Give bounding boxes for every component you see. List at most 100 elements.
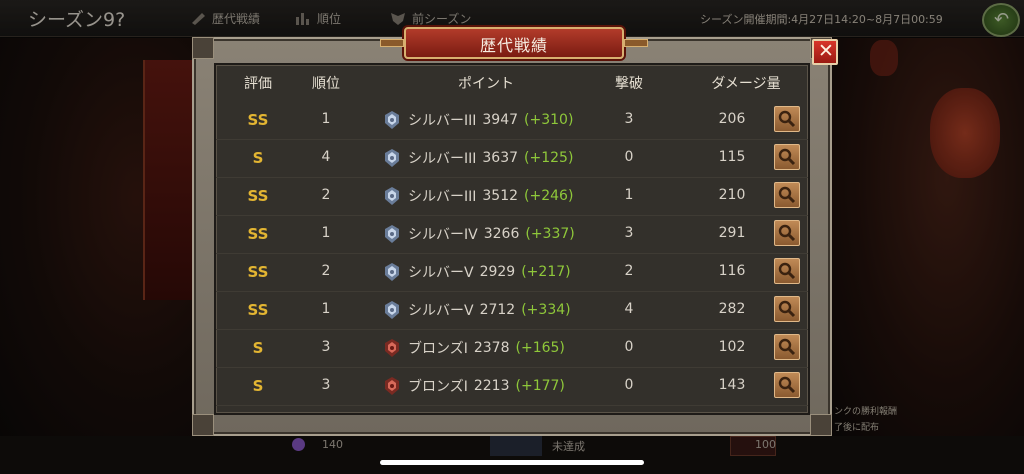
points-gain: (+125) [524, 150, 574, 166]
col-rank: 順位 [312, 76, 340, 92]
kills: 1 [624, 187, 634, 203]
magnifier-icon [778, 224, 796, 242]
table-header: 評価 順位 ポイント 撃破 ダメージ量 [216, 65, 808, 101]
kills: 0 [624, 339, 634, 355]
kills: 3 [624, 111, 634, 127]
home-indicator[interactable] [380, 460, 644, 465]
tier-label: シルバーIII [408, 113, 477, 129]
col-points: ポイント [458, 76, 514, 92]
grade: SS [247, 187, 269, 205]
tier-label: シルバーIV [408, 227, 478, 243]
rank: 3 [321, 339, 331, 355]
grade: SS [247, 225, 269, 243]
points-cell: ブロンズI 2213 (+177) [382, 376, 565, 396]
silver-rank-icon [382, 262, 402, 282]
points-cell: シルバーIII 3512 (+246) [382, 186, 573, 206]
table-row: S 3 ブロンズI 2378 (+165) 0 102 [216, 329, 808, 368]
grade: SS [247, 263, 269, 281]
points-gain: (+217) [521, 264, 571, 280]
silver-rank-icon [382, 224, 402, 244]
table-row: SS 1 シルバーV 2712 (+334) 4 282 [216, 291, 808, 330]
points-value: 3637 [482, 150, 519, 166]
points-gain: (+310) [524, 112, 574, 128]
tier-label: シルバーV [408, 303, 474, 319]
close-icon: ✕ [818, 40, 834, 62]
table-row: S 3 ブロンズI 2213 (+177) 0 143 [216, 367, 808, 406]
bronze-rank-icon [382, 376, 402, 396]
close-button[interactable]: ✕ [812, 39, 838, 65]
bronze-rank-icon [382, 338, 402, 358]
points-gain: (+177) [515, 378, 565, 394]
grade: SS [247, 301, 269, 319]
points-value: 2929 [479, 264, 516, 280]
kills: 3 [624, 225, 634, 241]
kills: 0 [624, 377, 634, 393]
magnifier-icon [778, 338, 796, 356]
rank: 1 [321, 301, 331, 317]
col-damage: ダメージ量 [711, 76, 781, 92]
table-row: SS 1 シルバーIII 3947 (+310) 3 206 [216, 101, 808, 140]
points-value: 3512 [482, 188, 519, 204]
damage: 282 [718, 301, 746, 317]
detail-button[interactable] [774, 334, 800, 360]
points-cell: シルバーV 2929 (+217) [382, 262, 571, 282]
modal-title-plate: 歴代戦績 [380, 27, 648, 59]
damage: 143 [718, 377, 746, 393]
history-modal: 歴代戦績 ✕ 評価 順位 ポイント 撃破 ダメージ量 SS 1 シルバーIII 394… [192, 27, 838, 436]
silver-rank-icon [382, 110, 402, 130]
table-row: SS 2 シルバーIII 3512 (+246) 1 210 [216, 177, 808, 216]
tier-label: ブロンズI [408, 379, 468, 395]
rank: 1 [321, 111, 331, 127]
tier-label: シルバーIII [408, 151, 477, 167]
modal-title: 歴代戦績 [479, 36, 548, 55]
points-cell: シルバーIII 3637 (+125) [382, 148, 573, 168]
grade: S [252, 377, 264, 395]
frame-corner [192, 37, 214, 59]
frame-corner [192, 414, 214, 436]
rank: 2 [321, 187, 331, 203]
tier-label: シルバーV [408, 265, 474, 281]
silver-rank-icon [382, 300, 402, 320]
table-row: SS 2 シルバーV 2929 (+217) 2 116 [216, 253, 808, 292]
detail-button[interactable] [774, 106, 800, 132]
magnifier-icon [778, 262, 796, 280]
points-value: 2213 [473, 378, 510, 394]
points-value: 3947 [482, 112, 519, 128]
points-gain: (+334) [521, 302, 571, 318]
detail-button[interactable] [774, 220, 800, 246]
damage: 116 [718, 263, 746, 279]
damage: 102 [718, 339, 746, 355]
rank: 1 [321, 225, 331, 241]
detail-button[interactable] [774, 182, 800, 208]
damage: 115 [718, 149, 746, 165]
magnifier-icon [778, 186, 796, 204]
kills: 2 [624, 263, 634, 279]
grade: SS [247, 111, 269, 129]
detail-button[interactable] [774, 144, 800, 170]
history-table[interactable]: 評価 順位 ポイント 撃破 ダメージ量 SS 1 シルバーIII 3947 (+310)… [214, 63, 810, 415]
kills: 0 [624, 149, 634, 165]
grade: S [252, 149, 264, 167]
points-gain: (+337) [525, 226, 575, 242]
tier-label: ブロンズI [408, 341, 468, 357]
tier-label: シルバーIII [408, 189, 477, 205]
table-row: SS 1 シルバーIV 3266 (+337) 3 291 [216, 215, 808, 254]
detail-button[interactable] [774, 258, 800, 284]
rank: 4 [321, 149, 331, 165]
points-value: 2712 [479, 302, 516, 318]
points-cell: シルバーIII 3947 (+310) [382, 110, 573, 130]
col-grade: 評価 [244, 76, 272, 92]
detail-button[interactable] [774, 296, 800, 322]
frame-corner [810, 414, 832, 436]
silver-rank-icon [382, 186, 402, 206]
points-cell: ブロンズI 2378 (+165) [382, 338, 565, 358]
silver-rank-icon [382, 148, 402, 168]
magnifier-icon [778, 300, 796, 318]
detail-button[interactable] [774, 372, 800, 398]
magnifier-icon [778, 148, 796, 166]
grade: S [252, 339, 264, 357]
kills: 4 [624, 301, 634, 317]
damage: 210 [718, 187, 746, 203]
magnifier-icon [778, 376, 796, 394]
points-gain: (+246) [524, 188, 574, 204]
